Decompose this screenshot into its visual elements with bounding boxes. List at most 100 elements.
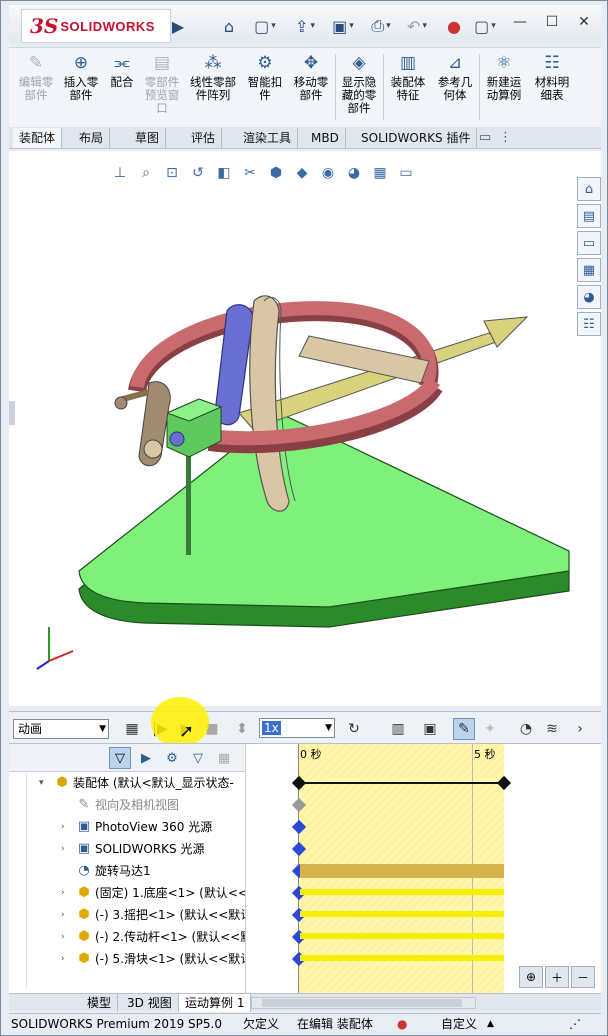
tree-row[interactable]: › ▣ SOLIDWORKS 光源 (9, 838, 245, 860)
maximize-icon[interactable]: ☐ (539, 11, 565, 33)
tab-more-icon[interactable]: ⋮ (499, 130, 512, 145)
zoom-in-icon[interactable]: ＋ (545, 966, 569, 988)
bill-of-materials-button[interactable]: ☷ 材料明 细表 (529, 52, 575, 102)
autokey-icon[interactable]: ✎ (453, 718, 475, 740)
units-status[interactable]: 自定义 (441, 1014, 477, 1034)
print-icon[interactable]: ⎙ ▾ (363, 11, 399, 41)
part-change-bar[interactable] (300, 955, 504, 961)
tree-row[interactable]: › ⬢ (固定) 1.底座<1> (默认<< (9, 882, 245, 904)
part-change-bar[interactable] (300, 889, 504, 895)
solidworks-logo[interactable]: 3S SOLIDWORKS (21, 9, 171, 43)
view-palette-icon[interactable]: ▦ (577, 258, 601, 282)
tab-render-tools[interactable]: 渲染工具 (237, 128, 299, 148)
minimize-icon[interactable]: — (507, 11, 533, 33)
scroll-thumb[interactable] (262, 999, 462, 1007)
save-icon[interactable]: ▣ ▾ (325, 11, 361, 41)
new-motion-study-icon: ⚛ (496, 53, 512, 73)
tree-row[interactable]: › ⬢ (-) 5.滑块<1> (默认<<默认 (9, 948, 245, 970)
zoom-out-icon[interactable]: － (571, 966, 595, 988)
tab-assembly[interactable]: 装配体 (13, 128, 63, 148)
motor-icon[interactable]: ◔ (515, 718, 537, 740)
spring-icon[interactable]: ≋ (541, 718, 563, 740)
tree-expander-icon[interactable]: › (61, 948, 71, 970)
filter-driving-icon[interactable]: ⚙ (161, 747, 183, 769)
mate-button[interactable]: ⫘ 配合 (105, 52, 139, 89)
reference-geometry-button[interactable]: ⊿ 参考几 何体 (433, 52, 477, 102)
rebuild-icon[interactable]: ● (441, 11, 467, 41)
tab-model[interactable]: 模型 (81, 994, 119, 1012)
smart-fastener-button[interactable]: ⚙ 智能扣 件 (243, 52, 287, 102)
tab-motion-study-1[interactable]: 运动算例 1 (179, 994, 252, 1012)
component-preview-button[interactable]: ▤ 零部件 预览窗 口 (139, 52, 185, 115)
restore-tab-icon[interactable]: ▭ (479, 130, 491, 145)
tab-3d-views[interactable]: 3D 视图 (121, 994, 179, 1012)
tab-mbd[interactable]: MBD (305, 128, 346, 148)
move-component-button[interactable]: ✥ 移动零 部件 (289, 52, 333, 102)
tree-row[interactable]: › ▣ PhotoView 360 光源 (9, 816, 245, 838)
more-tools-icon[interactable]: › (569, 718, 591, 740)
tree-row-label: (固定) 1.底座<1> (默认<< (95, 886, 245, 900)
show-hidden-components-button[interactable]: ◈ 显示隐 藏的零 部件 (337, 52, 381, 115)
tree-expander-icon[interactable]: › (61, 904, 71, 926)
move-component-icon: ✥ (303, 53, 319, 73)
study-type-select[interactable]: 动画 ▼ (13, 719, 109, 739)
undo-icon[interactable]: ↶ ▾ (399, 11, 435, 41)
appearances-icon[interactable]: ◕ (577, 285, 601, 309)
chevron-up-icon[interactable]: ▲ (487, 1014, 494, 1034)
timeline-hscrollbar[interactable] (251, 997, 476, 1009)
part-change-bar[interactable] (300, 911, 504, 917)
add-key-icon[interactable]: ✦ (479, 718, 501, 740)
playback-mode-icon[interactable]: ↻ (343, 718, 365, 740)
assembly-feature-button[interactable]: ▥ 装配体 特征 (385, 52, 431, 102)
tree-row[interactable]: › ⬢ (-) 2.传动杆<1> (默认<<默 (9, 926, 245, 948)
tree-row[interactable]: ✎ 视向及相机视图 (9, 794, 245, 816)
coordinate-triad (36, 627, 74, 670)
calculate-icon[interactable]: ▦ (121, 718, 143, 740)
motor-change-bar[interactable] (300, 864, 504, 878)
tree-expander-icon[interactable]: › (61, 926, 71, 948)
tab-layout[interactable]: 布局 (73, 128, 111, 148)
filter-icon[interactable]: ▽ (109, 747, 131, 769)
filter-results-icon[interactable]: ▦ (213, 747, 235, 769)
tab-solidworks-addins[interactable]: SOLIDWORKS 插件 (355, 128, 478, 148)
tree-expander-icon[interactable]: › (61, 816, 71, 838)
tree-expander-icon[interactable]: › (61, 882, 71, 904)
command-manager-ribbon: ✎ 编辑零 部件 ⊕ 插入零 部件 ⫘ 配合 ▤ 零部件 预览窗 口 ⁂ 线性零部 件阵列… (9, 47, 601, 127)
tree-expander-icon[interactable]: ▾ (39, 772, 49, 794)
zoom-fit-icon[interactable]: ⊕ (519, 966, 543, 988)
save-animation-icon[interactable]: ▥ (387, 718, 409, 740)
tree-row[interactable]: ◔ 旋转马达1 (9, 860, 245, 882)
design-library-icon[interactable]: ▤ (577, 204, 601, 228)
file-explorer-icon[interactable]: ▭ (577, 231, 601, 255)
menu-expand-icon[interactable]: ▶ (171, 11, 185, 41)
playback-speed-select[interactable]: 1x ▼ (259, 718, 335, 738)
close-icon[interactable]: ✕ (571, 11, 597, 33)
open-file-icon[interactable]: ⇪ ▾ (287, 11, 323, 41)
tab-evaluate[interactable]: 评估 (185, 128, 223, 148)
edit-component-button[interactable]: ✎ 编辑零 部件 (13, 52, 59, 102)
options-icon[interactable]: ▢ ▾ (467, 11, 503, 41)
new-file-icon[interactable]: ▢ ▾ (247, 11, 283, 41)
sw-resources-icon[interactable]: ⌂ (577, 177, 601, 201)
motion-tree-filter-bar: ▽ ▶ ⚙ ▽ ▦ (9, 744, 245, 772)
playback-slider-icon[interactable]: ⬍ (231, 718, 253, 740)
part-change-bar[interactable] (300, 933, 504, 939)
tree-row[interactable]: ▾ ⬢ 装配体 (默认<默认_显示状态- (9, 772, 245, 794)
filter-animated-icon[interactable]: ▶ (135, 747, 157, 769)
ribbon-separator (383, 54, 384, 120)
filter-selected-icon[interactable]: ▽ (187, 747, 209, 769)
tree-expander-icon[interactable]: › (61, 838, 71, 860)
tree-row[interactable]: › ⬢ (-) 3.摇把<1> (默认<<默认 (9, 904, 245, 926)
photoview-light-icon: ▣ (77, 819, 91, 834)
new-motion-study-button[interactable]: ⚛ 新建运 动算例 (481, 52, 527, 102)
animation-wizard-icon[interactable]: ▣ (419, 718, 441, 740)
tab-sketch[interactable]: 草图 (129, 128, 167, 148)
home-icon[interactable]: ⌂ (215, 11, 243, 41)
motion-timeline[interactable]: 0 秒 5 秒 ⊕ ＋ － (245, 744, 601, 994)
custom-properties-icon[interactable]: ☷ (577, 312, 601, 336)
linear-pattern-button[interactable]: ⁂ 线性零部 件阵列 (185, 52, 241, 102)
ribbon-separator (335, 54, 336, 120)
insert-component-button[interactable]: ⊕ 插入零 部件 (59, 52, 103, 102)
edit-component-icon: ✎ (28, 53, 44, 73)
graphics-viewport[interactable]: ⊥ ⌕ ⊡ ↺ ◧ ✂ ⬢ ◆ ◉ ◕ ▦ ▭ ⌂ ▤ ▭ ▦ ◕ ☷ (9, 151, 601, 706)
